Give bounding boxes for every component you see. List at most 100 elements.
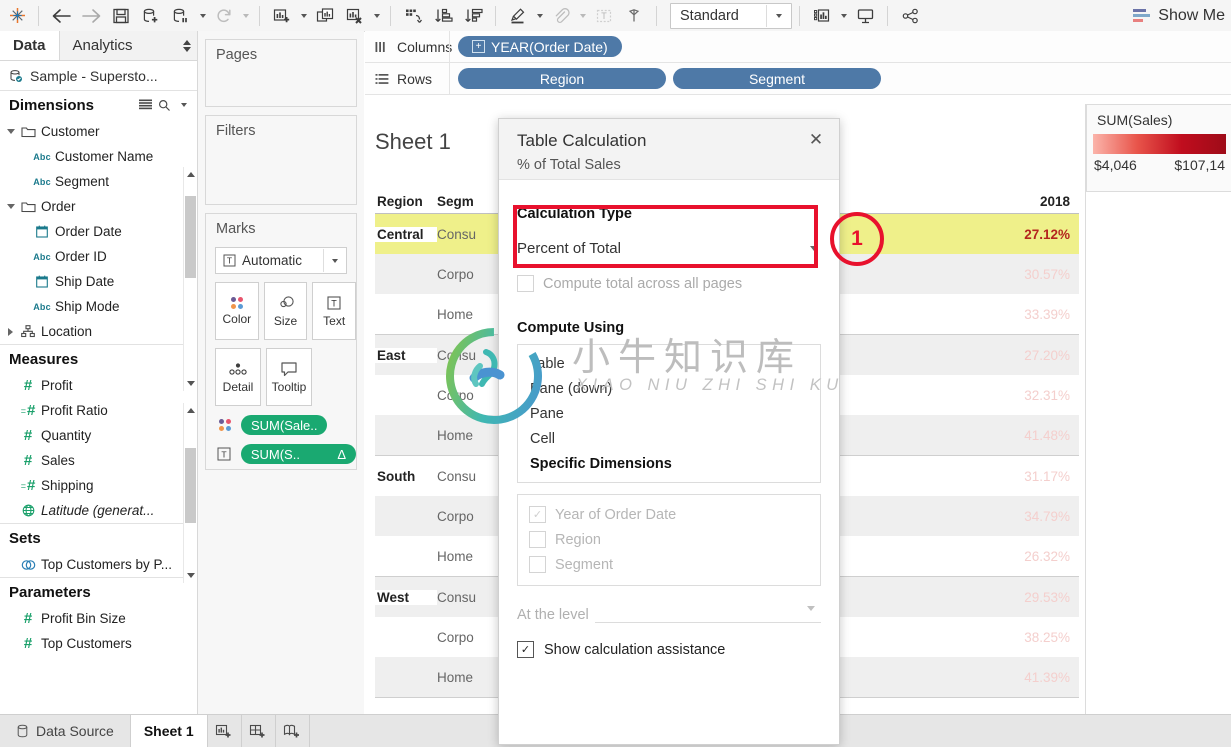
forward-icon[interactable] <box>76 3 106 29</box>
highlight-dropdown[interactable] <box>533 3 546 29</box>
columns-dropzone[interactable]: + YEAR(Order Date) <box>449 31 1231 62</box>
scroll-thumb[interactable] <box>185 196 196 278</box>
new-worksheet-dropdown[interactable] <box>297 3 310 29</box>
dimension-checkbox[interactable] <box>529 531 546 548</box>
cell-2018[interactable]: 34.79% <box>808 509 1079 524</box>
size-button[interactable]: Size <box>263 282 308 340</box>
compute-using-option-specific-dimensions[interactable]: Specific Dimensions <box>518 451 820 476</box>
pill-region[interactable]: Region <box>458 68 666 89</box>
color-button[interactable]: Color <box>215 282 259 340</box>
duplicate-sheet-icon[interactable] <box>310 3 340 29</box>
field-top-customers-by-p[interactable]: Top Customers by P... <box>0 552 197 577</box>
sort-descending-icon[interactable] <box>458 3 488 29</box>
close-icon[interactable]: ✕ <box>805 129 827 151</box>
marks-pill-sum-sales-quick-calc[interactable]: SUM(S.. Δ <box>240 444 356 464</box>
rows-shelf[interactable]: Rows Region Segment <box>365 63 1231 95</box>
field-ship-mode[interactable]: Abc Ship Mode <box>0 294 197 319</box>
field-top-customers[interactable]: # Top Customers <box>0 631 197 656</box>
scroll-down-icon[interactable] <box>184 376 197 391</box>
filters-card[interactable]: Filters <box>205 115 357 205</box>
field-profit[interactable]: # Profit <box>0 373 197 398</box>
new-data-source-icon[interactable] <box>136 3 166 29</box>
compute-using-option-pane-down-[interactable]: Pane (down) <box>518 376 820 401</box>
chevron-down-icon[interactable] <box>767 13 791 18</box>
field-profit-ratio[interactable]: = # Profit Ratio <box>0 398 197 423</box>
cell-2018[interactable]: 31.17% <box>808 469 1079 484</box>
new-worksheet-icon[interactable] <box>267 3 297 29</box>
field-order-date[interactable]: Order Date <box>0 219 197 244</box>
detail-button[interactable]: Detail <box>215 348 261 406</box>
compute-using-option-cell[interactable]: Cell <box>518 426 820 451</box>
field-order[interactable]: Order <box>0 194 197 219</box>
cell-2018[interactable]: 32.31% <box>808 388 1079 403</box>
swap-rows-columns-icon[interactable] <box>398 3 428 29</box>
show-calculation-assistance-row[interactable]: ✓ Show calculation assistance <box>517 641 821 658</box>
sheet-tab-sheet-1[interactable]: Sheet 1 <box>130 715 208 747</box>
pause-auto-updates-dropdown[interactable] <box>196 3 209 29</box>
scroll-thumb[interactable] <box>185 448 196 523</box>
field-shipping[interactable]: = # Shipping <box>0 473 197 498</box>
search-icon[interactable] <box>155 99 174 112</box>
compute-total-across-pages-row[interactable]: Compute total across all pages <box>517 275 821 292</box>
clear-sheet-dropdown[interactable] <box>370 3 383 29</box>
mark-type-select[interactable]: T Automatic <box>215 247 347 274</box>
compute-using-option-pane[interactable]: Pane <box>518 401 820 426</box>
at-the-level-select[interactable] <box>594 600 821 623</box>
tab-data[interactable]: Data <box>0 31 60 60</box>
fit-axis-dropdown[interactable] <box>837 3 850 29</box>
field-quantity[interactable]: # Quantity <box>0 423 197 448</box>
pages-card[interactable]: Pages <box>205 39 357 107</box>
show-calculation-assistance-checkbox[interactable]: ✓ <box>517 641 534 658</box>
cell-2018[interactable]: 41.39% <box>808 670 1079 685</box>
cell-2018[interactable]: 33.39% <box>808 307 1079 322</box>
field-location[interactable]: Location <box>0 319 197 344</box>
sort-ascending-icon[interactable] <box>428 3 458 29</box>
dimension-row[interactable]: ✓ Year of Order Date <box>518 502 820 527</box>
group-members-icon[interactable] <box>546 3 576 29</box>
field-profit-bin-size[interactable]: # Profit Bin Size <box>0 606 197 631</box>
new-dashboard-icon[interactable] <box>242 715 276 747</box>
pause-auto-updates-icon[interactable] <box>166 3 196 29</box>
pill-segment[interactable]: Segment <box>673 68 881 89</box>
field-customer[interactable]: Customer <box>0 119 197 144</box>
compute-using-option-table[interactable]: Table <box>518 351 820 376</box>
marks-pill-sum-sales[interactable]: SUM(Sale.. <box>241 415 328 435</box>
fit-select[interactable]: Standard <box>670 2 792 29</box>
save-icon[interactable] <box>106 3 136 29</box>
expand-icon[interactable]: + <box>472 40 485 53</box>
presentation-mode-icon[interactable] <box>850 3 880 29</box>
cell-2018[interactable]: 30.57% <box>808 267 1079 282</box>
show-me-button[interactable]: Show Me <box>1133 7 1225 25</box>
compute-total-checkbox[interactable] <box>517 275 534 292</box>
field-ship-date[interactable]: Ship Date <box>0 269 197 294</box>
show-mark-labels-icon[interactable]: T <box>589 3 619 29</box>
scroll-down-icon[interactable] <box>184 568 197 583</box>
chevron-down-icon[interactable] <box>6 204 15 209</box>
fit-axis-icon[interactable] <box>807 3 837 29</box>
group-members-dropdown[interactable] <box>576 3 589 29</box>
share-icon[interactable] <box>895 3 925 29</box>
cell-2018[interactable]: 27.20% <box>808 348 1079 363</box>
field-order-id[interactable]: Abc Order ID <box>0 244 197 269</box>
cell-2018[interactable]: 38.25% <box>808 630 1079 645</box>
field-segment[interactable]: Abc Segment <box>0 169 197 194</box>
rows-dropzone[interactable]: Region Segment <box>449 63 1231 94</box>
group-by-folder-icon[interactable] <box>136 99 155 111</box>
cell-2018[interactable]: 29.53% <box>808 590 1079 605</box>
dimension-checkbox[interactable]: ✓ <box>529 506 546 523</box>
cell-2018[interactable]: 41.48% <box>808 428 1079 443</box>
refresh-dropdown[interactable] <box>239 3 252 29</box>
scroll-up-icon[interactable] <box>184 167 197 182</box>
dimensions-scrollbar[interactable] <box>183 167 197 391</box>
field-sales[interactable]: # Sales <box>0 448 197 473</box>
chevron-down-icon[interactable] <box>324 258 346 263</box>
text-button[interactable]: T Text <box>312 282 357 340</box>
cell-2018[interactable]: 27.12% <box>808 227 1079 242</box>
chevron-right-icon[interactable] <box>8 327 13 336</box>
cell-2018[interactable]: 26.32% <box>808 549 1079 564</box>
data-source-tab[interactable]: Data Source <box>0 715 131 747</box>
columns-shelf[interactable]: Columns + YEAR(Order Date) <box>365 31 1231 63</box>
dimensions-menu-icon[interactable] <box>174 103 193 107</box>
back-icon[interactable] <box>46 3 76 29</box>
calculation-type-select[interactable]: Percent of Total <box>517 235 821 261</box>
